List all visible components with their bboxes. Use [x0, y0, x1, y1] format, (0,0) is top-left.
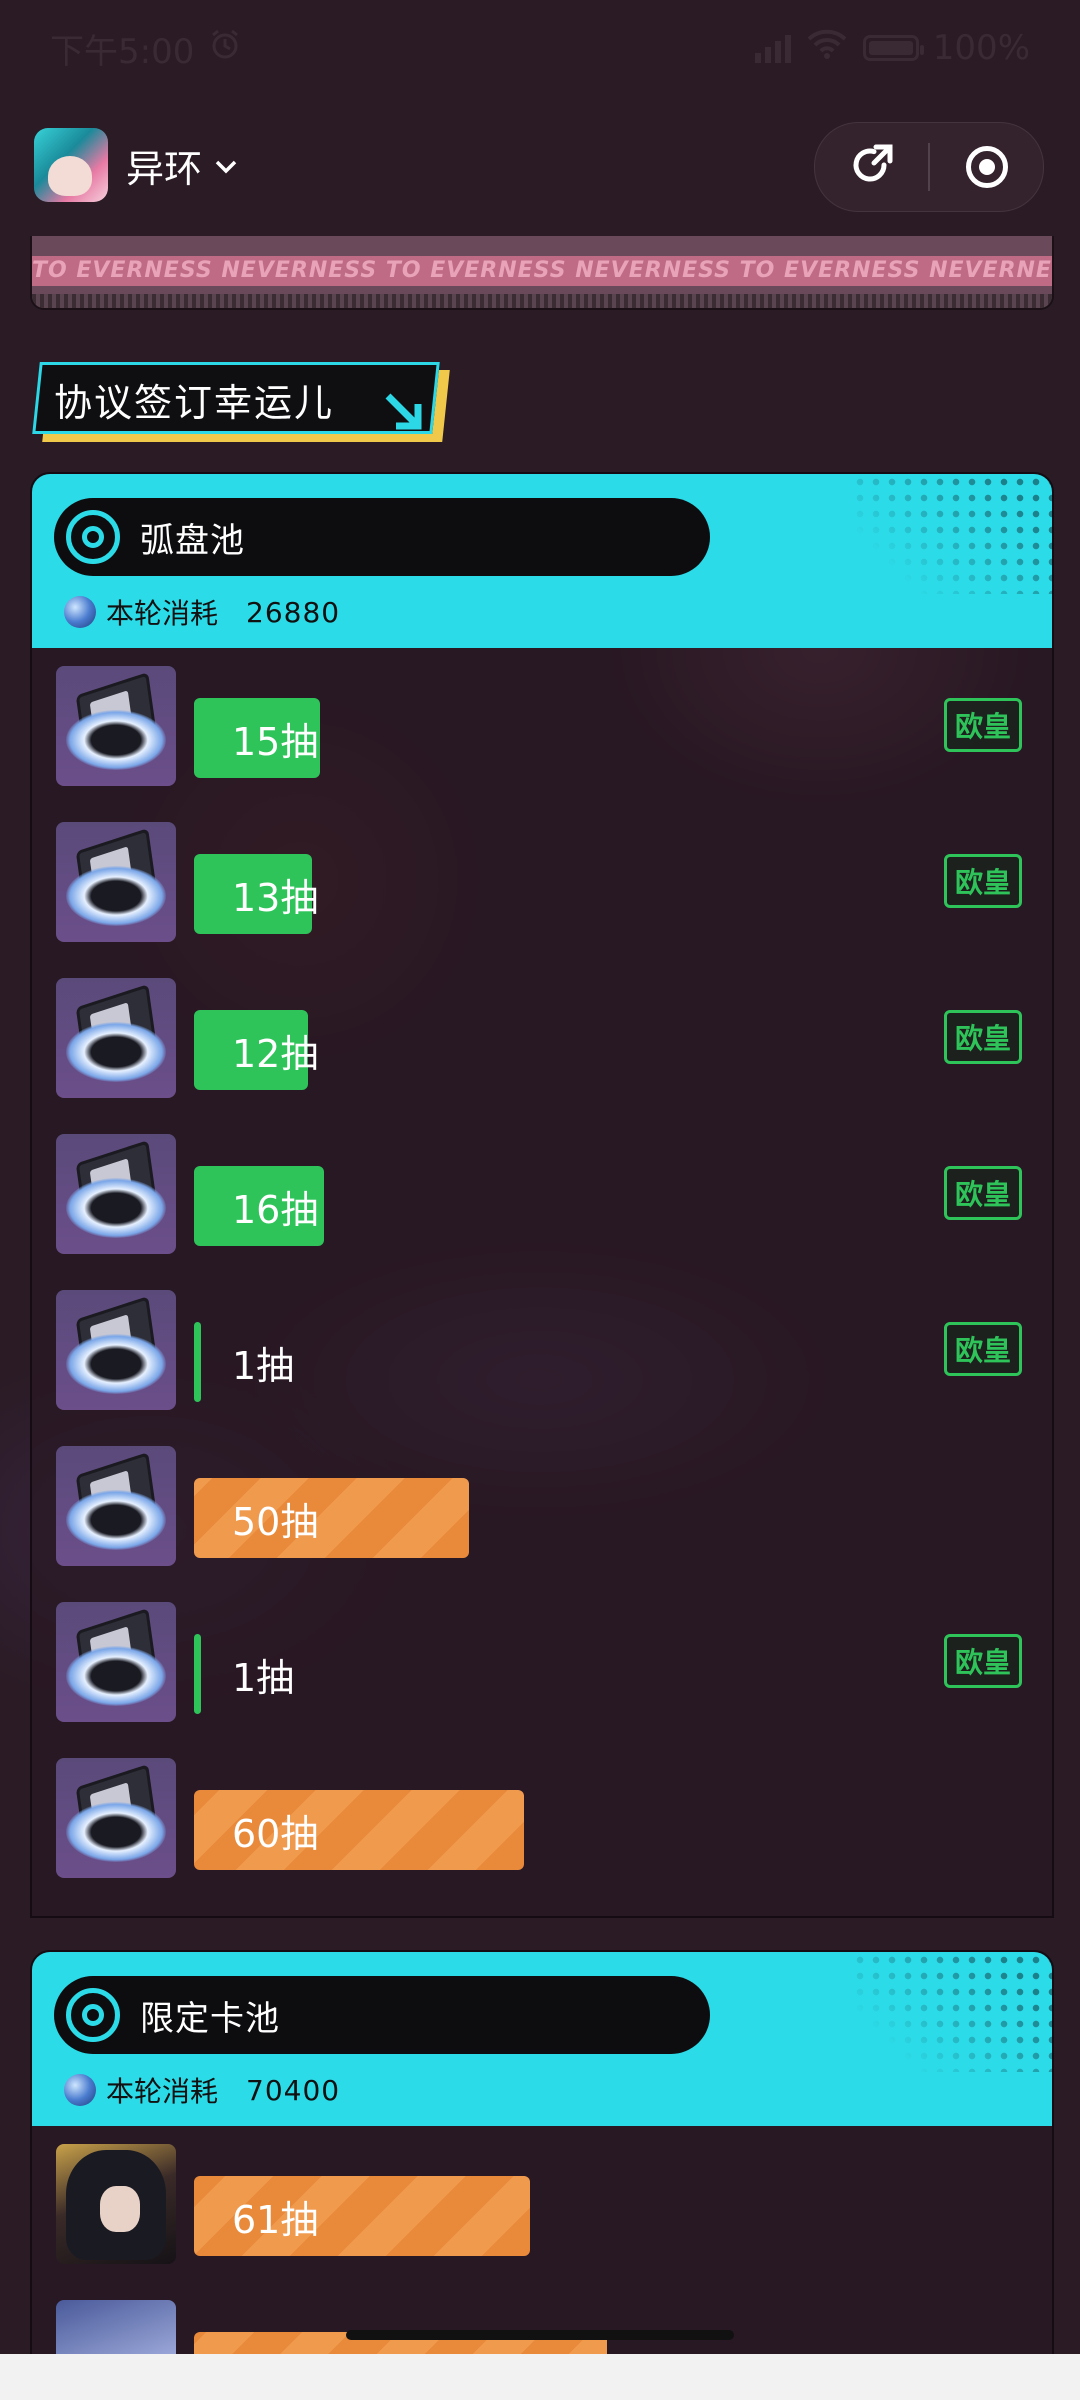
app-avatar[interactable] [34, 128, 108, 202]
app-bar: 异环 [0, 110, 1080, 220]
pool-cost-label: 本轮消耗 [106, 597, 219, 630]
pull-row: 50抽 [32, 1428, 1052, 1584]
pull-count-bar: 1抽 [194, 1322, 294, 1402]
arc-disk-thumbnail [56, 978, 176, 1098]
dot-pattern [852, 474, 1052, 594]
pull-count-text: 60抽 [232, 1811, 319, 1856]
arc-disk-thumbnail [56, 1446, 176, 1566]
pull-row: 13抽 欧皇 [32, 804, 1052, 960]
record-icon [965, 146, 1008, 188]
lucky-badge: 欧皇 [944, 854, 1022, 908]
home-indicator[interactable] [346, 2330, 734, 2340]
pull-row: 15抽 欧皇 [32, 648, 1052, 804]
pull-count-bar: 15抽 [194, 698, 320, 778]
pull-count-bar: 16抽 [194, 1166, 324, 1246]
lucky-badge: 欧皇 [944, 1010, 1022, 1064]
arc-disk-thumbnail [56, 1602, 176, 1722]
pool-card-limited: 限定卡池 本轮消耗 70400 61抽75抽 [30, 1950, 1054, 2374]
lucky-badge: 欧皇 [944, 1322, 1022, 1376]
wifi-icon [807, 28, 847, 68]
app-title: 异环 [126, 147, 203, 191]
target-icon [66, 1988, 120, 2042]
pull-count-bar: 1抽 [194, 1634, 294, 1714]
gem-icon [64, 596, 96, 628]
pull-count-text: 61抽 [232, 2197, 319, 2242]
pull-count-bar: 61抽 [194, 2176, 530, 2256]
pull-row: 16抽 欧皇 [32, 1116, 1052, 1272]
arc-disk-thumbnail [56, 1134, 176, 1254]
pull-count-text: 50抽 [232, 1499, 319, 1544]
battery-icon [862, 35, 924, 61]
pool-name-pill: 限定卡池 [54, 1976, 710, 2054]
app-switcher[interactable]: 异环 [126, 138, 238, 193]
lucky-badge: 欧皇 [944, 1634, 1022, 1688]
section-title: 协议签订幸运儿 [32, 362, 450, 442]
character-thumbnail [56, 2144, 176, 2264]
chevron-down-icon [214, 149, 238, 182]
lucky-badge: 欧皇 [944, 1166, 1022, 1220]
section-title-label: 协议签订幸运儿 [54, 381, 335, 425]
record-button[interactable] [930, 123, 1043, 211]
pull-row: 60抽 [32, 1740, 1052, 1896]
pool-cost-label: 本轮消耗 [106, 2075, 219, 2108]
pool-name-pill: 弧盘池 [54, 498, 710, 576]
share-icon [846, 139, 898, 195]
system-nav-area [0, 2354, 1080, 2400]
banner-ticker: TO EVERNESS NEVERNESS TO EVERNESS NEVERN… [32, 256, 1052, 286]
pool-cost: 本轮消耗 26880 [64, 592, 340, 632]
pool-header: 弧盘池 本轮消耗 26880 [32, 474, 1052, 648]
pool-cost-value: 70400 [246, 2073, 341, 2107]
pull-count-bar: 60抽 [194, 1790, 524, 1870]
status-bar: 下午5:00 100% [0, 0, 1080, 96]
pull-list: 15抽 欧皇 13抽 欧皇 12抽 欧皇 16抽 欧皇 1抽 欧皇 50抽 1抽 欧皇 60抽 [32, 648, 1052, 1896]
pull-row: 12抽 欧皇 [32, 960, 1052, 1116]
lucky-badge: 欧皇 [944, 698, 1022, 752]
pool-card-arc: 弧盘池 本轮消耗 26880 15抽 欧皇 13抽 欧皇 12抽 欧皇 16抽 欧皇 1抽 欧皇 5… [30, 472, 1054, 1918]
share-button[interactable] [815, 123, 928, 211]
pull-count-text: 13抽 [232, 875, 319, 920]
pull-count-bar: 13抽 [194, 854, 318, 934]
arc-disk-thumbnail [56, 1290, 176, 1410]
pull-count-bar: 12抽 [194, 1010, 318, 1090]
pull-count-text: 16抽 [232, 1187, 319, 1232]
banner-border [32, 294, 1052, 308]
target-icon [66, 510, 120, 564]
pull-count-text: 12抽 [232, 1031, 319, 1076]
pool-name: 限定卡池 [140, 1998, 280, 2039]
arrow-down-right-icon [382, 390, 426, 438]
arc-disk-thumbnail [56, 666, 176, 786]
pull-count-text: 1抽 [232, 1655, 295, 1700]
pull-row: 1抽 欧皇 [32, 1584, 1052, 1740]
pull-count-text: 1抽 [232, 1343, 295, 1388]
status-time: 下午5:00 [50, 31, 195, 72]
pull-row: 1抽 欧皇 [32, 1272, 1052, 1428]
gem-icon [64, 2074, 96, 2106]
mini-program-capsule [814, 122, 1044, 212]
pull-count-bar: 50抽 [194, 1478, 469, 1558]
signal-icon [754, 33, 791, 63]
pull-count-text: 15抽 [232, 719, 319, 764]
pool-header: 限定卡池 本轮消耗 70400 [32, 1952, 1052, 2126]
arc-disk-thumbnail [56, 822, 176, 942]
banner-strip: TO EVERNESS NEVERNESS TO EVERNESS NEVERN… [30, 236, 1054, 310]
alarm-icon [208, 27, 242, 70]
pool-cost-value: 26880 [246, 595, 341, 629]
battery-text: 100% [932, 28, 1030, 68]
dot-pattern [852, 1952, 1052, 2072]
pool-name: 弧盘池 [140, 520, 245, 561]
pool-cost: 本轮消耗 70400 [64, 2070, 340, 2110]
arc-disk-thumbnail [56, 1758, 176, 1878]
pull-row: 61抽 [32, 2126, 1052, 2282]
